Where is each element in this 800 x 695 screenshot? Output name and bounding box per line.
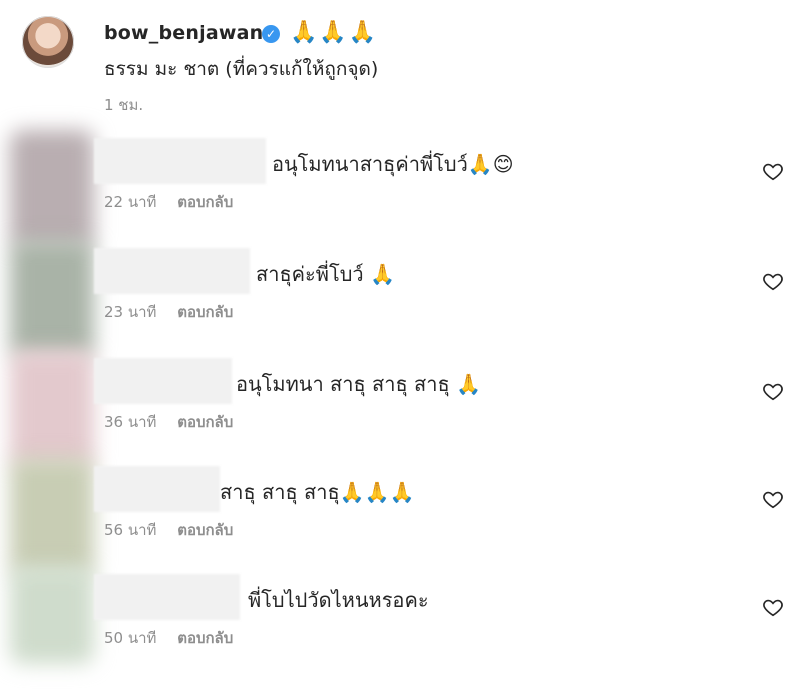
avatar[interactable]: [22, 16, 74, 68]
blurred-avatar: [10, 350, 94, 468]
blurred-avatar: [10, 566, 94, 664]
blurred-avatar: [10, 240, 94, 358]
comment-item: อนุโมทนา สาธุ สาธุ สาธุ 🙏 36 นาที ตอบกลั…: [0, 350, 800, 468]
comment-text: สาธุค่ะพี่โบว์ 🙏: [256, 262, 395, 286]
header-emojis: 🙏🙏🙏: [290, 20, 379, 45]
blurred-username: [94, 138, 266, 184]
comment-meta: 22 นาที ตอบกลับ: [104, 190, 233, 214]
reply-button[interactable]: ตอบกลับ: [177, 521, 233, 539]
comment-time: 22 นาที: [104, 193, 157, 211]
heart-icon[interactable]: [762, 596, 784, 618]
post-header: bow_benjawan ✓ 🙏🙏🙏 ธรรม มะ ชาต (ที่ควรแก…: [22, 16, 782, 116]
comment-meta: 56 นาที ตอบกลับ: [104, 518, 233, 542]
comment-text: พี่โบไปวัดไหนหรอคะ: [248, 588, 429, 612]
comment-meta: 50 นาที ตอบกลับ: [104, 626, 233, 650]
blurred-username: [94, 466, 220, 512]
heart-icon[interactable]: [762, 160, 784, 182]
comment-item: สาธุค่ะพี่โบว์ 🙏 23 นาที ตอบกลับ: [0, 240, 800, 358]
comment-time: 23 นาที: [104, 303, 157, 321]
comment-item: สาธุ สาธุ สาธุ🙏🙏🙏 56 นาที ตอบกลับ: [0, 458, 800, 576]
comment-meta: 36 นาที ตอบกลับ: [104, 410, 233, 434]
reply-button[interactable]: ตอบกลับ: [177, 193, 233, 211]
heart-icon[interactable]: [762, 488, 784, 510]
blurred-avatar: [10, 130, 94, 248]
username[interactable]: bow_benjawan: [104, 22, 263, 44]
blurred-avatar: [10, 458, 94, 576]
post-caption: ธรรม มะ ชาต (ที่ควรแก้ให้ถูกจุด): [104, 58, 379, 80]
comment-text: อนุโมทนา สาธุ สาธุ สาธุ 🙏: [236, 372, 481, 396]
comment-time: 36 นาที: [104, 413, 157, 431]
blurred-username: [94, 248, 250, 294]
comment-text: สาธุ สาธุ สาธุ🙏🙏🙏: [220, 480, 415, 504]
heart-icon[interactable]: [762, 270, 784, 292]
comment-time: 50 นาที: [104, 629, 157, 647]
comment-time: 56 นาที: [104, 521, 157, 539]
heart-icon[interactable]: [762, 380, 784, 402]
blurred-username: [94, 358, 232, 404]
comment-meta: 23 นาที ตอบกลับ: [104, 300, 233, 324]
post-time: 1 ชม.: [104, 96, 144, 114]
reply-button[interactable]: ตอบกลับ: [177, 629, 233, 647]
reply-button[interactable]: ตอบกลับ: [177, 303, 233, 321]
blurred-username: [94, 574, 240, 620]
comment-item: อนุโมทนาสาธุค่าพี่โบว์🙏😊 22 นาที ตอบกลับ: [0, 130, 800, 248]
comment-text: อนุโมทนาสาธุค่าพี่โบว์🙏😊: [272, 152, 514, 176]
reply-button[interactable]: ตอบกลับ: [177, 413, 233, 431]
comment-item: พี่โบไปวัดไหนหรอคะ 50 นาที ตอบกลับ: [0, 566, 800, 674]
verified-badge-icon: ✓: [262, 25, 280, 43]
